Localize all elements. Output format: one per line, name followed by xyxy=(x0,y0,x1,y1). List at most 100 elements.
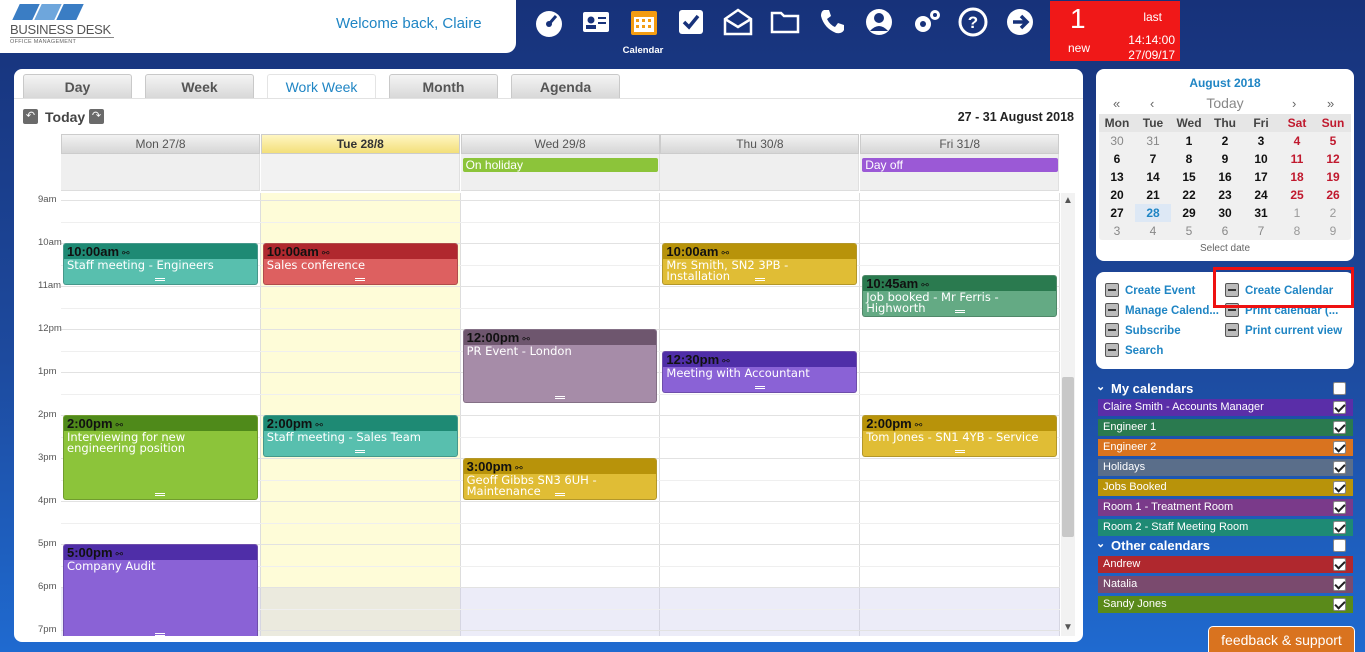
search-link[interactable]: Search xyxy=(1105,343,1163,359)
mini-day[interactable]: 4 xyxy=(1279,132,1315,150)
contacts-nav-button[interactable] xyxy=(575,2,617,42)
mini-day[interactable]: 12 xyxy=(1315,150,1351,168)
resize-handle[interactable] xyxy=(754,278,765,281)
calendar-event[interactable]: 2:00pm ⚯ Tom Jones - SN1 4YB - Service xyxy=(862,415,1057,457)
calendar-event[interactable]: 10:00am ⚯ Staff meeting - Engineers xyxy=(63,243,258,285)
calendar-list-item[interactable]: Claire Smith - Accounts Manager xyxy=(1098,399,1353,416)
calendar-list-item[interactable]: Room 1 - Treatment Room xyxy=(1098,499,1353,516)
resize-handle[interactable] xyxy=(954,310,965,314)
folder-nav-button[interactable] xyxy=(764,2,806,42)
mini-day[interactable]: 29 xyxy=(1171,204,1207,222)
logout-nav-button[interactable] xyxy=(999,2,1041,42)
mini-day[interactable]: 15 xyxy=(1171,168,1207,186)
mail-nav-button[interactable] xyxy=(717,2,759,42)
calendar-event[interactable]: 10:00am ⚯ Sales conference xyxy=(262,243,458,285)
dashboard-nav-button[interactable] xyxy=(528,2,570,42)
calendar-nav-button[interactable] xyxy=(623,2,665,42)
all-day-cell[interactable] xyxy=(660,154,860,191)
resize-handle[interactable] xyxy=(155,632,166,636)
calendar-visibility-checkbox[interactable] xyxy=(1333,578,1346,591)
mini-day[interactable]: 26 xyxy=(1315,186,1351,204)
tasks-nav-button[interactable] xyxy=(670,2,712,42)
mini-day[interactable]: 19 xyxy=(1315,168,1351,186)
calendar-event[interactable]: 10:00am ⚯ Mrs Smith, SN2 3PB - Installatio… xyxy=(662,243,858,285)
notification-box[interactable]: 1 new last 14:14:00 27/09/17 xyxy=(1050,1,1180,62)
other-calendars-toggle-all-checkbox[interactable] xyxy=(1333,539,1346,552)
mini-day[interactable]: 10 xyxy=(1243,150,1279,168)
mini-day[interactable]: 30 xyxy=(1099,132,1135,150)
mini-day[interactable]: 14 xyxy=(1135,168,1171,186)
phone-nav-button[interactable] xyxy=(811,2,853,42)
mini-day[interactable]: 7 xyxy=(1135,150,1171,168)
feedback-support-button[interactable]: feedback & support xyxy=(1208,626,1355,652)
calendar-list-item[interactable]: Andrew xyxy=(1098,556,1353,573)
mini-day[interactable]: 6 xyxy=(1207,222,1243,240)
calendar-visibility-checkbox[interactable] xyxy=(1333,501,1346,514)
calendar-visibility-checkbox[interactable] xyxy=(1333,598,1346,611)
tab-agenda[interactable]: Agenda xyxy=(511,74,620,98)
tab-week[interactable]: Week xyxy=(145,74,254,98)
mini-day[interactable]: 16 xyxy=(1207,168,1243,186)
all-day-event[interactable]: On holiday xyxy=(462,158,659,172)
mini-day[interactable]: 1 xyxy=(1279,204,1315,222)
grid-scroll-thumb[interactable] xyxy=(1062,377,1074,537)
mini-day[interactable]: 5 xyxy=(1171,222,1207,240)
mini-day[interactable]: 9 xyxy=(1207,150,1243,168)
resize-handle[interactable] xyxy=(754,385,765,389)
calendar-list-item[interactable]: Room 2 - Staff Meeting Room xyxy=(1098,519,1353,536)
calendar-event[interactable]: 5:00pm ⚯ Company Audit xyxy=(63,544,258,636)
settings-nav-button[interactable] xyxy=(906,2,948,42)
next-week-arrow-icon[interactable]: ↷ xyxy=(89,109,104,124)
tab-work-week[interactable]: Work Week xyxy=(267,74,376,98)
mini-day[interactable]: 8 xyxy=(1279,222,1315,240)
mini-day[interactable]: 18 xyxy=(1279,168,1315,186)
all-day-event[interactable]: Day off xyxy=(862,158,1058,172)
mini-day[interactable]: 3 xyxy=(1243,132,1279,150)
mini-day[interactable]: 20 xyxy=(1099,186,1135,204)
mini-day[interactable]: 9 xyxy=(1315,222,1351,240)
mini-day[interactable]: 3 xyxy=(1099,222,1135,240)
calendar-list-item[interactable]: Sandy Jones xyxy=(1098,596,1353,613)
calendar-visibility-checkbox[interactable] xyxy=(1333,401,1346,414)
scroll-up-icon[interactable]: ▲ xyxy=(1062,195,1074,207)
calendar-visibility-checkbox[interactable] xyxy=(1333,421,1346,434)
mini-day[interactable]: 1 xyxy=(1171,132,1207,150)
calendar-list-item[interactable]: Jobs Booked xyxy=(1098,479,1353,496)
day-header[interactable]: Fri 31/8 xyxy=(860,134,1060,154)
resize-handle[interactable] xyxy=(155,278,166,281)
resize-handle[interactable] xyxy=(355,450,366,453)
mini-day[interactable]: 7 xyxy=(1243,222,1279,240)
mini-day[interactable]: 6 xyxy=(1099,150,1135,168)
mini-day[interactable]: 31 xyxy=(1135,132,1171,150)
calendar-event[interactable]: 3:00pm ⚯ Geoff Gibbs SN3 6UH - Maintenance xyxy=(462,458,658,500)
mini-day[interactable]: 24 xyxy=(1243,186,1279,204)
mini-day[interactable]: 2 xyxy=(1207,132,1243,150)
time-grid[interactable]: ▲ ▼ 9am 10am 11am 12pm 1pm 2pm 3pm 4pm 5pm 6pm 7pm… xyxy=(14,193,1083,636)
mini-day[interactable]: 28 xyxy=(1135,204,1171,222)
mini-day[interactable]: 8 xyxy=(1171,150,1207,168)
mini-day[interactable]: 21 xyxy=(1135,186,1171,204)
mini-day[interactable]: 2 xyxy=(1315,204,1351,222)
mini-day[interactable]: 30 xyxy=(1207,204,1243,222)
all-day-cell[interactable] xyxy=(260,154,460,191)
mini-day[interactable]: 4 xyxy=(1135,222,1171,240)
calendar-visibility-checkbox[interactable] xyxy=(1333,461,1346,474)
calendar-event[interactable]: 2:00pm ⚯ Interviewing for new engineering … xyxy=(63,415,258,500)
day-header[interactable]: Wed 29/8 xyxy=(460,134,660,154)
collapse-chevron-icon[interactable]: ⌄ xyxy=(1096,537,1105,550)
calendar-visibility-checkbox[interactable] xyxy=(1333,481,1346,494)
calendar-event[interactable]: 12:00pm ⚯ PR Event - London xyxy=(462,329,658,404)
mini-today-button[interactable]: Today xyxy=(1096,95,1354,111)
mini-day[interactable]: 13 xyxy=(1099,168,1135,186)
mini-day[interactable]: 25 xyxy=(1279,186,1315,204)
help-nav-button[interactable]: ? xyxy=(952,2,994,42)
manage-calendars-link[interactable]: Manage Calend... xyxy=(1105,303,1219,319)
mini-day[interactable]: 5 xyxy=(1315,132,1351,150)
my-calendars-header[interactable]: ⌄ My calendars xyxy=(1096,380,1354,398)
collapse-chevron-icon[interactable]: ⌄ xyxy=(1096,380,1105,393)
calendar-list-item[interactable]: Engineer 1 xyxy=(1098,419,1353,436)
scroll-down-icon[interactable]: ▼ xyxy=(1062,622,1074,634)
prev-week-arrow-icon[interactable]: ↶ xyxy=(23,109,38,124)
mini-day[interactable]: 27 xyxy=(1099,204,1135,222)
resize-handle[interactable] xyxy=(554,493,565,496)
